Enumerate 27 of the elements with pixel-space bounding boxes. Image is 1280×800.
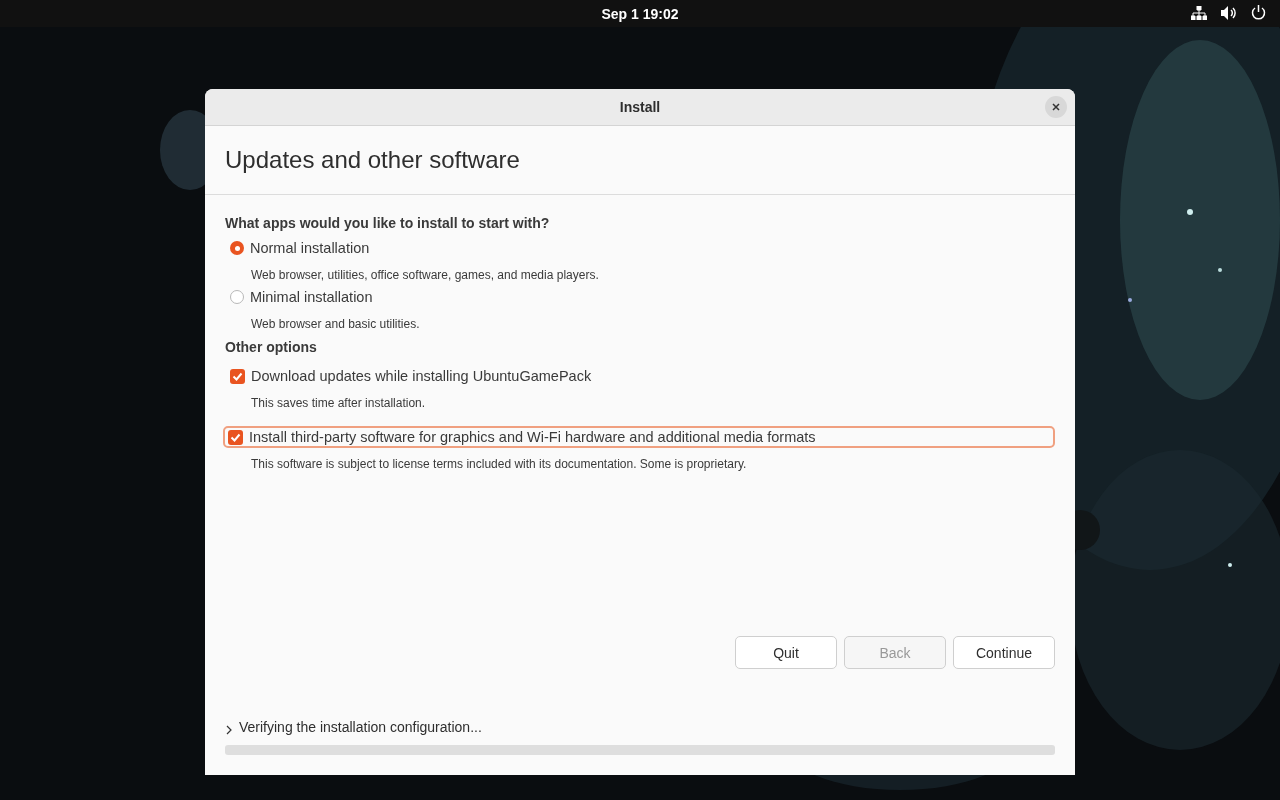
- option-label[interactable]: Minimal installation: [250, 289, 373, 305]
- network-icon[interactable]: [1191, 5, 1207, 20]
- option-label[interactable]: Install third-party software for graphics and Wi-Fi hardware and additional media formats: [249, 429, 816, 445]
- option-label[interactable]: Download updates while installing UbuntuGamePack: [251, 368, 592, 384]
- close-button[interactable]: [1045, 96, 1067, 118]
- checkbox[interactable]: [228, 429, 243, 445]
- volume-icon[interactable]: [1221, 5, 1237, 20]
- option-description: Web browser and basic utilities.: [251, 317, 421, 331]
- section-heading: Other options: [225, 339, 318, 355]
- option-description: Web browser, utilities, office software, games, and media players.: [251, 268, 600, 282]
- option-description: This software is subject to license terms included with its documentation. Some is proprietary.: [251, 457, 748, 471]
- radio-button[interactable]: [230, 241, 244, 255]
- clock[interactable]: Sep 1 19:02: [601, 5, 679, 22]
- window-title: Install: [619, 99, 661, 115]
- expander-icon[interactable]: [225, 725, 233, 735]
- checkbox[interactable]: [230, 368, 245, 384]
- section-heading: What apps would you like to install to start with?: [225, 215, 551, 231]
- radio-button[interactable]: [230, 290, 244, 304]
- dialog-button[interactable]: Continue: [953, 636, 1055, 669]
- page-title: Updates and other software: [225, 146, 520, 174]
- option-description: This saves time after installation.: [251, 396, 427, 410]
- dialog-button[interactable]: Quit: [735, 636, 837, 669]
- option-label[interactable]: Normal installation: [250, 240, 370, 256]
- status-text: Verifying the installation configuration...: [239, 719, 482, 735]
- power-icon[interactable]: [1251, 5, 1266, 20]
- focused-option[interactable]: Install third-party software for graphics and Wi-Fi hardware and additional media formats: [223, 426, 1055, 448]
- close-icon: [1052, 103, 1060, 111]
